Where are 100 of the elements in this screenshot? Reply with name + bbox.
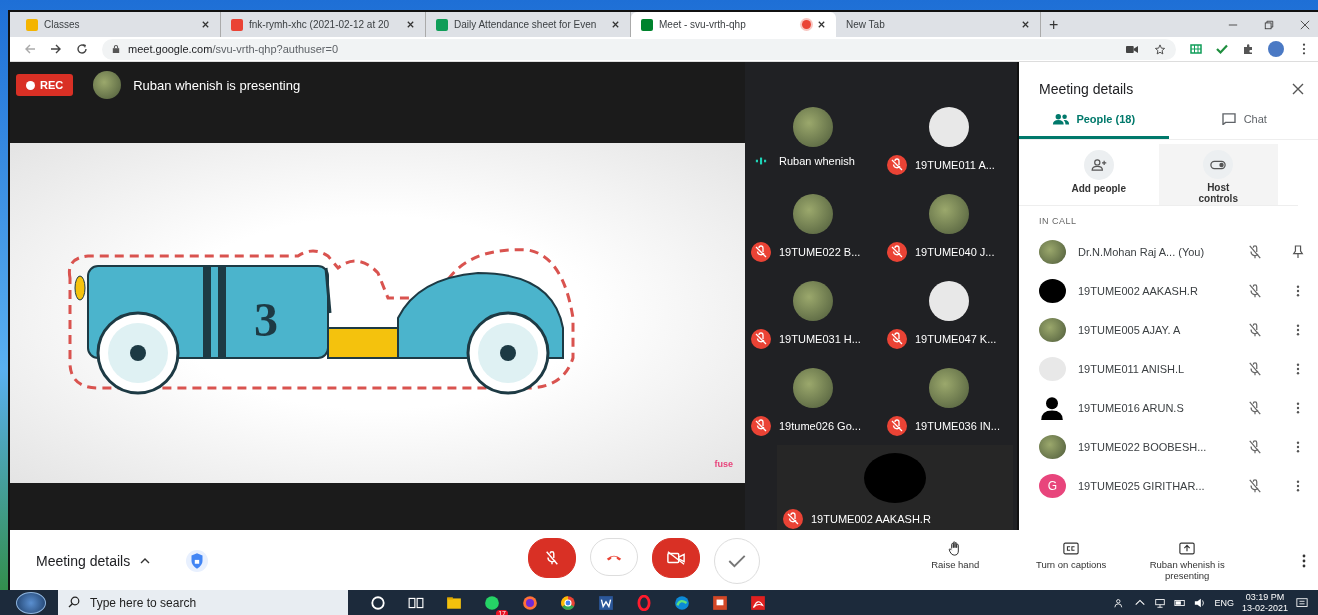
puzzle-icon[interactable] (1242, 43, 1254, 55)
close-icon[interactable] (406, 20, 415, 29)
participant-avatar (1039, 278, 1066, 303)
lock-icon (112, 44, 120, 54)
muted-mic-icon[interactable] (1248, 438, 1262, 455)
participant-avatar (793, 281, 833, 321)
close-icon[interactable] (611, 20, 620, 29)
participant-avatar (1039, 317, 1066, 342)
presenter-text: Ruban whenish is presenting (133, 77, 301, 93)
participant-avatar (929, 194, 969, 234)
participant-avatar (929, 368, 969, 408)
profile-avatar[interactable] (1268, 41, 1284, 57)
fox-browser-icon[interactable] (522, 594, 538, 611)
participant-name: 19TUME022 B... (779, 246, 861, 258)
pin-icon[interactable] (1292, 244, 1304, 259)
language-indicator[interactable]: ENG (1214, 597, 1234, 608)
participant-name: 19TUME005 AJAY. A (1078, 323, 1182, 336)
panel-tab[interactable]: Chat (1168, 102, 1318, 139)
muted-mic-icon[interactable] (1248, 243, 1262, 260)
participant-name: Ruban whenish (779, 155, 855, 167)
close-icon[interactable] (201, 20, 210, 29)
network-icon[interactable] (1154, 596, 1167, 609)
muted-mic-icon[interactable] (1248, 321, 1262, 338)
present-screen-icon (1179, 541, 1196, 556)
participant-name: 19tume026 Go... (779, 420, 861, 432)
muted-mic-icon[interactable] (1248, 282, 1262, 299)
wave-browser-icon[interactable] (674, 594, 690, 611)
ring-browser-icon[interactable] (636, 594, 652, 611)
participant-name: 19TUME022 BOOBESH... (1078, 440, 1208, 453)
browser-icon[interactable] (560, 594, 576, 611)
restore-icon[interactable] (1264, 19, 1274, 30)
section-label: IN CALL (1038, 215, 1078, 228)
search-icon (68, 596, 80, 608)
toolbar-button[interactable]: Ruban whenish is presenting (1142, 540, 1233, 582)
participant-avatar (1039, 434, 1066, 459)
speaker-icon[interactable] (1194, 596, 1207, 609)
browser-tab[interactable]: Meet - svu-vrth-qhp (631, 12, 836, 37)
clock[interactable]: 03:19 PM 13-02-2021 (1241, 591, 1288, 614)
toolbar-button[interactable]: Raise hand (910, 540, 1001, 582)
checkmark-icon[interactable] (1216, 43, 1228, 55)
participant-name: 19TUME002 AAKASH.R (1078, 284, 1199, 297)
slides-app-icon[interactable] (712, 594, 728, 611)
more-icon[interactable] (1302, 554, 1306, 568)
pdf-reader-icon[interactable] (750, 594, 766, 611)
toggle-icon (1210, 158, 1227, 171)
participant-name: Dr.N.Mohan Raj A... (You) (1078, 245, 1206, 258)
muted-mic-icon[interactable] (1248, 477, 1262, 494)
participant-name: 19TUME002 AAKASH.R (811, 513, 931, 525)
camera-button[interactable] (652, 538, 701, 578)
favicon-icon (641, 18, 653, 31)
toolbar-button[interactable]: Turn on captions (1026, 540, 1117, 582)
participant-name: 19TUME031 H... (779, 333, 861, 345)
address-bar[interactable]: meet.google.com/svu-vrth-qhp?authuser=0 (102, 38, 1176, 60)
chat-bubble-icon[interactable] (484, 594, 500, 611)
url-text: meet.google.com/svu-vrth-qhp?authuser=0 (128, 43, 340, 55)
shield-lock-icon[interactable] (186, 550, 209, 572)
participant-name: 19TUME047 K... (915, 333, 997, 345)
forward-arrow-icon[interactable] (50, 43, 62, 55)
camera-icon[interactable] (1126, 43, 1138, 55)
participant-name: 19TUME011 ANISH.L (1078, 362, 1186, 375)
person-silhouette-icon (1039, 395, 1066, 420)
participant-avatar (793, 368, 833, 408)
close-icon[interactable] (1300, 19, 1310, 30)
panel-title: Meeting details (1039, 81, 1134, 97)
start-button[interactable] (16, 591, 46, 614)
participant-name: 19TUME040 J... (915, 246, 995, 258)
panel-action-button[interactable]: Host controls (1158, 144, 1278, 205)
favicon-icon (231, 18, 243, 31)
muted-mic-icon[interactable] (1248, 399, 1262, 416)
meeting-details-button[interactable]: Meeting details (30, 552, 157, 570)
mic-button[interactable] (528, 538, 577, 578)
caret-icon (140, 558, 151, 564)
circle-icon[interactable] (370, 594, 386, 611)
star-icon[interactable] (1154, 43, 1166, 55)
add-person-icon (1090, 159, 1107, 171)
recording-badge: REC (16, 74, 74, 96)
letter-avatar: G (1039, 473, 1066, 498)
panel-action-button[interactable]: Add people (1039, 144, 1159, 205)
taskbar-search-field[interactable]: Type here to search (58, 590, 348, 615)
close-icon[interactable] (1021, 20, 1030, 29)
close-icon[interactable] (817, 20, 826, 29)
folder-icon[interactable] (446, 594, 462, 611)
participant-name: 19TUME011 A... (915, 159, 995, 171)
muted-mic-icon[interactable] (1248, 360, 1262, 377)
people-icon (1052, 113, 1071, 125)
document-app-icon[interactable] (598, 594, 614, 611)
participant-avatar (929, 281, 969, 321)
notification-icon[interactable] (1296, 596, 1308, 609)
favicon-icon (436, 18, 448, 31)
close-icon[interactable] (1292, 83, 1304, 95)
participant-name: 19TUME016 ARUN.S (1078, 401, 1185, 414)
checkmark-icon (728, 553, 747, 569)
panel-tab[interactable]: People (18) (1019, 102, 1169, 139)
presenter-avatar (93, 71, 122, 99)
participant-avatar (793, 194, 833, 234)
new-tab-button[interactable]: + (1041, 15, 1067, 34)
participant-name: 19TUME036 IN... (915, 420, 1000, 432)
grid-icon[interactable] (1190, 43, 1202, 55)
reload-icon[interactable] (76, 43, 88, 55)
participant-avatar (793, 107, 833, 147)
